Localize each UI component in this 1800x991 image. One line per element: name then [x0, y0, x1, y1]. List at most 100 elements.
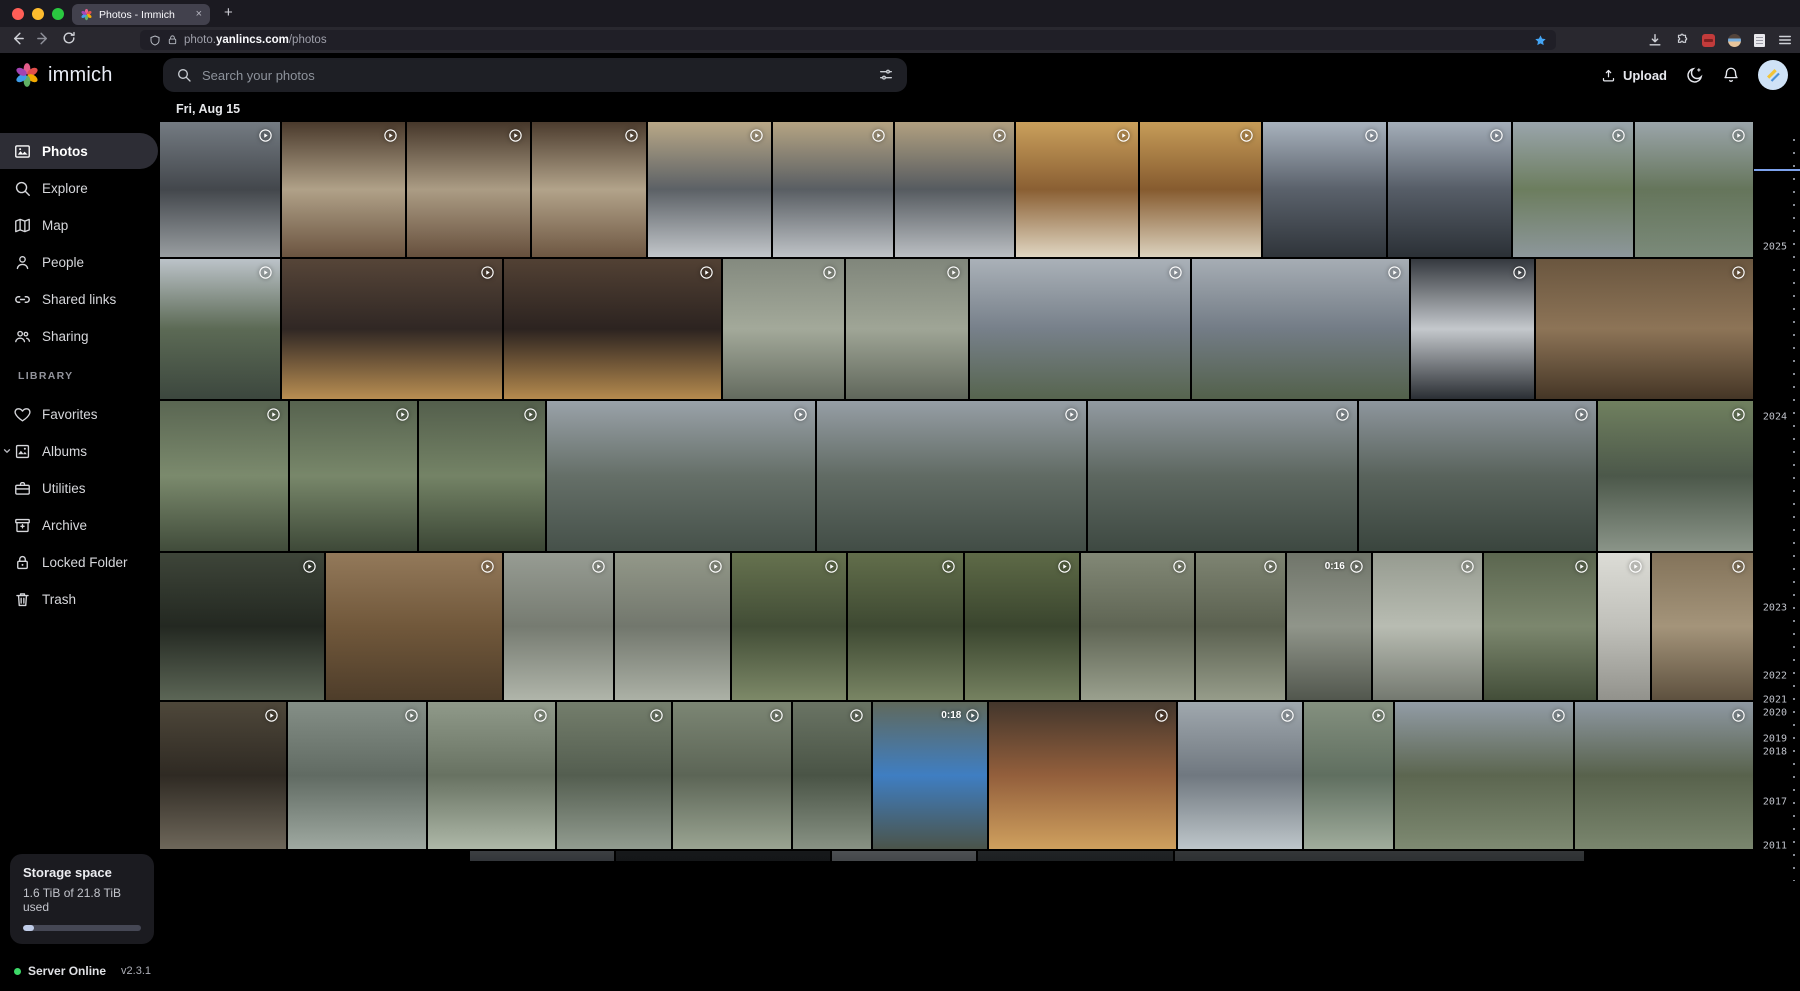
proxy-extension-icon[interactable]: [1728, 34, 1741, 47]
timeline-year-label[interactable]: 2023: [1763, 603, 1787, 614]
photo-tile[interactable]: [732, 553, 847, 700]
photo-tile[interactable]: [504, 259, 721, 399]
timeline-year-label[interactable]: 2025: [1763, 242, 1787, 253]
photo-tile[interactable]: [793, 702, 870, 849]
photo-tile[interactable]: [419, 401, 545, 551]
photo-tile[interactable]: [773, 122, 893, 257]
photo-tile[interactable]: [428, 702, 554, 849]
search-filter-icon[interactable]: [878, 67, 894, 83]
photo-tile[interactable]: [532, 122, 646, 257]
photo-tile[interactable]: [1304, 702, 1393, 849]
sidebar-item-archive[interactable]: Archive: [0, 507, 158, 543]
photo-tile[interactable]: [648, 122, 771, 257]
photo-tile[interactable]: [970, 259, 1190, 399]
photo-tile[interactable]: [504, 553, 613, 700]
search-input[interactable]: [202, 68, 868, 83]
ublock-origin-icon[interactable]: [1702, 34, 1715, 47]
sidebar-item-people[interactable]: People: [0, 244, 158, 280]
theme-toggle-moon-icon[interactable]: [1685, 66, 1704, 85]
photo-tile[interactable]: [1016, 122, 1138, 257]
photo-tile[interactable]: [1196, 553, 1285, 700]
photo-tile[interactable]: [723, 259, 843, 399]
photo-tile[interactable]: [1388, 122, 1511, 257]
search-bar[interactable]: [163, 58, 907, 92]
photo-tile[interactable]: [1536, 259, 1753, 399]
photo-tile[interactable]: 0:16: [1287, 553, 1371, 700]
reader-sidebar-icon[interactable]: [1754, 34, 1765, 47]
immich-logo[interactable]: immich: [14, 53, 113, 97]
notifications-bell-icon[interactable]: [1722, 66, 1740, 84]
photo-tile[interactable]: [1373, 553, 1482, 700]
photo-tile[interactable]: [290, 401, 416, 551]
close-window-button[interactable]: [12, 8, 24, 20]
sidebar-item-explore[interactable]: Explore: [0, 170, 158, 206]
lock-icon[interactable]: [167, 34, 178, 46]
sidebar-item-locked-folder[interactable]: Locked Folder: [0, 544, 158, 580]
timeline-year-label[interactable]: 2022: [1763, 671, 1787, 682]
timeline-year-label[interactable]: 2024: [1763, 412, 1787, 423]
photo-tile[interactable]: [673, 702, 791, 849]
downloads-icon[interactable]: [1648, 33, 1662, 47]
sidebar-item-sharing[interactable]: Sharing: [0, 318, 158, 354]
photo-tile[interactable]: [1513, 122, 1633, 257]
bookmark-star-icon[interactable]: [1534, 34, 1547, 47]
photo-tile[interactable]: [978, 851, 1173, 861]
photo-tile[interactable]: [1395, 702, 1573, 849]
timeline-scrubber[interactable]: 2025 2024 2023 2022 2021 2020 2019 2018 2017 2011: [1753, 97, 1800, 991]
photo-tile[interactable]: [1263, 122, 1386, 257]
browser-tab[interactable]: Photos - Immich ×: [72, 4, 210, 25]
photo-tile[interactable]: [1575, 702, 1753, 849]
photo-tile[interactable]: [846, 259, 969, 399]
date-group-header[interactable]: Fri, Aug 15: [176, 102, 1800, 117]
forward-icon[interactable]: [36, 31, 51, 46]
photo-tile[interactable]: [832, 851, 976, 861]
timeline-year-label[interactable]: 2017: [1763, 797, 1787, 808]
photo-tile[interactable]: [160, 259, 280, 399]
photo-tile[interactable]: [1598, 401, 1753, 551]
photo-tile[interactable]: [1598, 553, 1651, 700]
chevron-down-icon[interactable]: [2, 446, 12, 456]
photo-tile[interactable]: [160, 702, 286, 849]
photo-tile[interactable]: 0:18: [873, 702, 988, 849]
user-avatar[interactable]: [1758, 60, 1788, 90]
photo-tile[interactable]: [1586, 851, 1753, 861]
photo-tile[interactable]: [288, 702, 426, 849]
sidebar-item-favorites[interactable]: Favorites: [0, 396, 158, 432]
tracking-protection-shield-icon[interactable]: [149, 34, 161, 47]
photo-tile[interactable]: [1652, 553, 1753, 700]
photo-tile[interactable]: [1081, 553, 1193, 700]
photo-tile[interactable]: [1635, 122, 1753, 257]
tab-close-icon[interactable]: ×: [196, 9, 202, 20]
photo-tile[interactable]: [282, 259, 502, 399]
photo-tile[interactable]: [160, 851, 468, 861]
photo-tile[interactable]: [407, 122, 530, 257]
timeline-year-label[interactable]: 2011: [1763, 841, 1787, 852]
reload-icon[interactable]: [62, 31, 76, 45]
photo-tile[interactable]: [1484, 553, 1596, 700]
photo-tile[interactable]: [470, 851, 614, 861]
photo-tile[interactable]: [895, 122, 1014, 257]
timeline-year-label[interactable]: 2018: [1763, 747, 1787, 758]
timeline-year-label[interactable]: 2020: [1763, 708, 1787, 719]
photo-tile[interactable]: [1175, 851, 1584, 861]
photo-tile[interactable]: [1359, 401, 1596, 551]
url-bar[interactable]: photo.yanlincs.com/photos: [140, 30, 1556, 50]
photo-tile[interactable]: [1178, 702, 1302, 849]
timeline-year-label[interactable]: 2021: [1763, 695, 1787, 706]
photo-tile[interactable]: [989, 702, 1176, 849]
photo-tile[interactable]: [557, 702, 672, 849]
photo-tile[interactable]: [326, 553, 503, 700]
zoom-window-button[interactable]: [52, 8, 64, 20]
photo-tile[interactable]: [282, 122, 405, 257]
timeline-year-label[interactable]: 2019: [1763, 734, 1787, 745]
sidebar-item-shared-links[interactable]: Shared links: [0, 281, 158, 317]
photo-tile[interactable]: [160, 553, 324, 700]
scrubber-position-indicator[interactable]: [1754, 169, 1800, 171]
sidebar-item-utilities[interactable]: Utilities: [0, 470, 158, 506]
photo-tile[interactable]: [160, 401, 288, 551]
minimize-window-button[interactable]: [32, 8, 44, 20]
photo-tile[interactable]: [1192, 259, 1409, 399]
photo-tile[interactable]: [1140, 122, 1262, 257]
sidebar-item-albums[interactable]: Albums: [0, 433, 158, 469]
photo-tile[interactable]: [160, 122, 280, 257]
